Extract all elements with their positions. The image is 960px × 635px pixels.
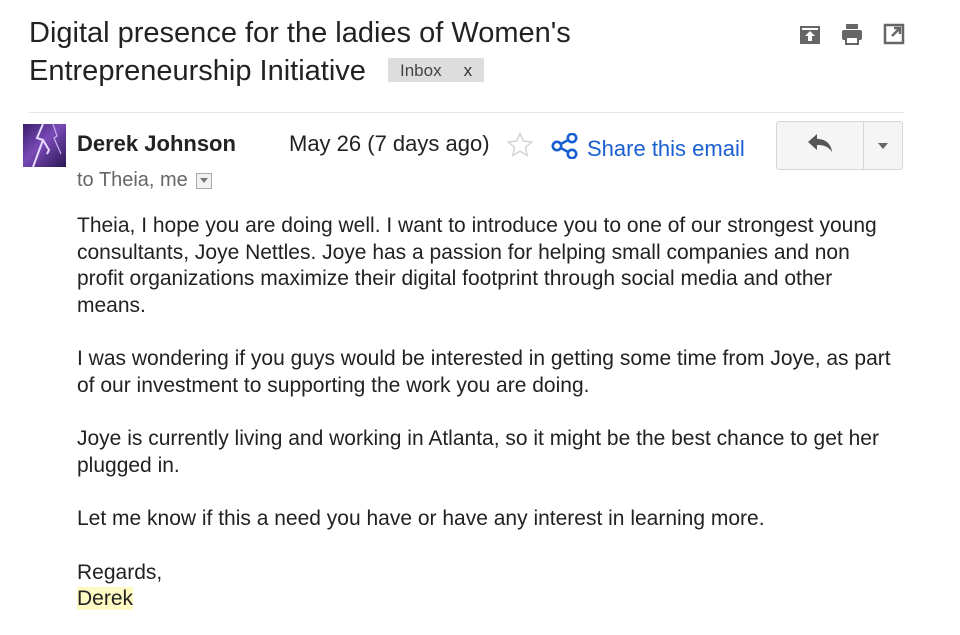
star-icon[interactable]: [506, 131, 534, 164]
avatar[interactable]: [23, 124, 66, 167]
share-label: Share this email: [587, 135, 745, 161]
email-body: Theia, I hope you are doing well. I want…: [77, 213, 897, 613]
more-actions-button[interactable]: [864, 122, 902, 169]
show-details-button[interactable]: [195, 172, 212, 189]
recipients-line: to Theia, me: [77, 169, 212, 192]
reply-icon: [807, 133, 833, 158]
reply-button-group: [776, 121, 903, 170]
closing: Regards,: [77, 560, 163, 584]
body-paragraph: I was wondering if you guys would be int…: [77, 347, 891, 397]
body-paragraph: Theia, I hope you are doing well. I want…: [77, 214, 877, 317]
signature: Derek: [77, 587, 134, 610]
print-icon[interactable]: [840, 22, 864, 51]
chevron-down-icon: [877, 137, 889, 155]
header-divider: [29, 112, 904, 113]
sender-name[interactable]: Derek Johnson: [77, 131, 236, 157]
body-paragraph: Let me know if this a need you have or h…: [77, 507, 765, 530]
inbox-label-text: Inbox: [399, 61, 442, 80]
body-paragraph: Joye is currently living and working in …: [77, 427, 879, 477]
expand-all-icon[interactable]: [798, 22, 822, 51]
new-window-icon[interactable]: [882, 22, 906, 51]
subject-line-2: Entrepreneurship Initiative: [29, 55, 366, 87]
email-date: May 26 (7 days ago): [289, 131, 490, 156]
share-icon: [551, 132, 579, 164]
recipients-text: to Theia, me: [77, 169, 188, 191]
share-email-link[interactable]: Share this email: [551, 132, 745, 164]
reply-button[interactable]: [777, 122, 864, 169]
inbox-label[interactable]: Inbox x: [387, 58, 485, 82]
top-toolbar: [798, 22, 906, 51]
subject-line-1: Digital presence for the ladies of Women…: [29, 17, 571, 49]
remove-label-button[interactable]: x: [464, 61, 473, 80]
subject: Digital presence for the ladies of Women…: [29, 14, 769, 90]
